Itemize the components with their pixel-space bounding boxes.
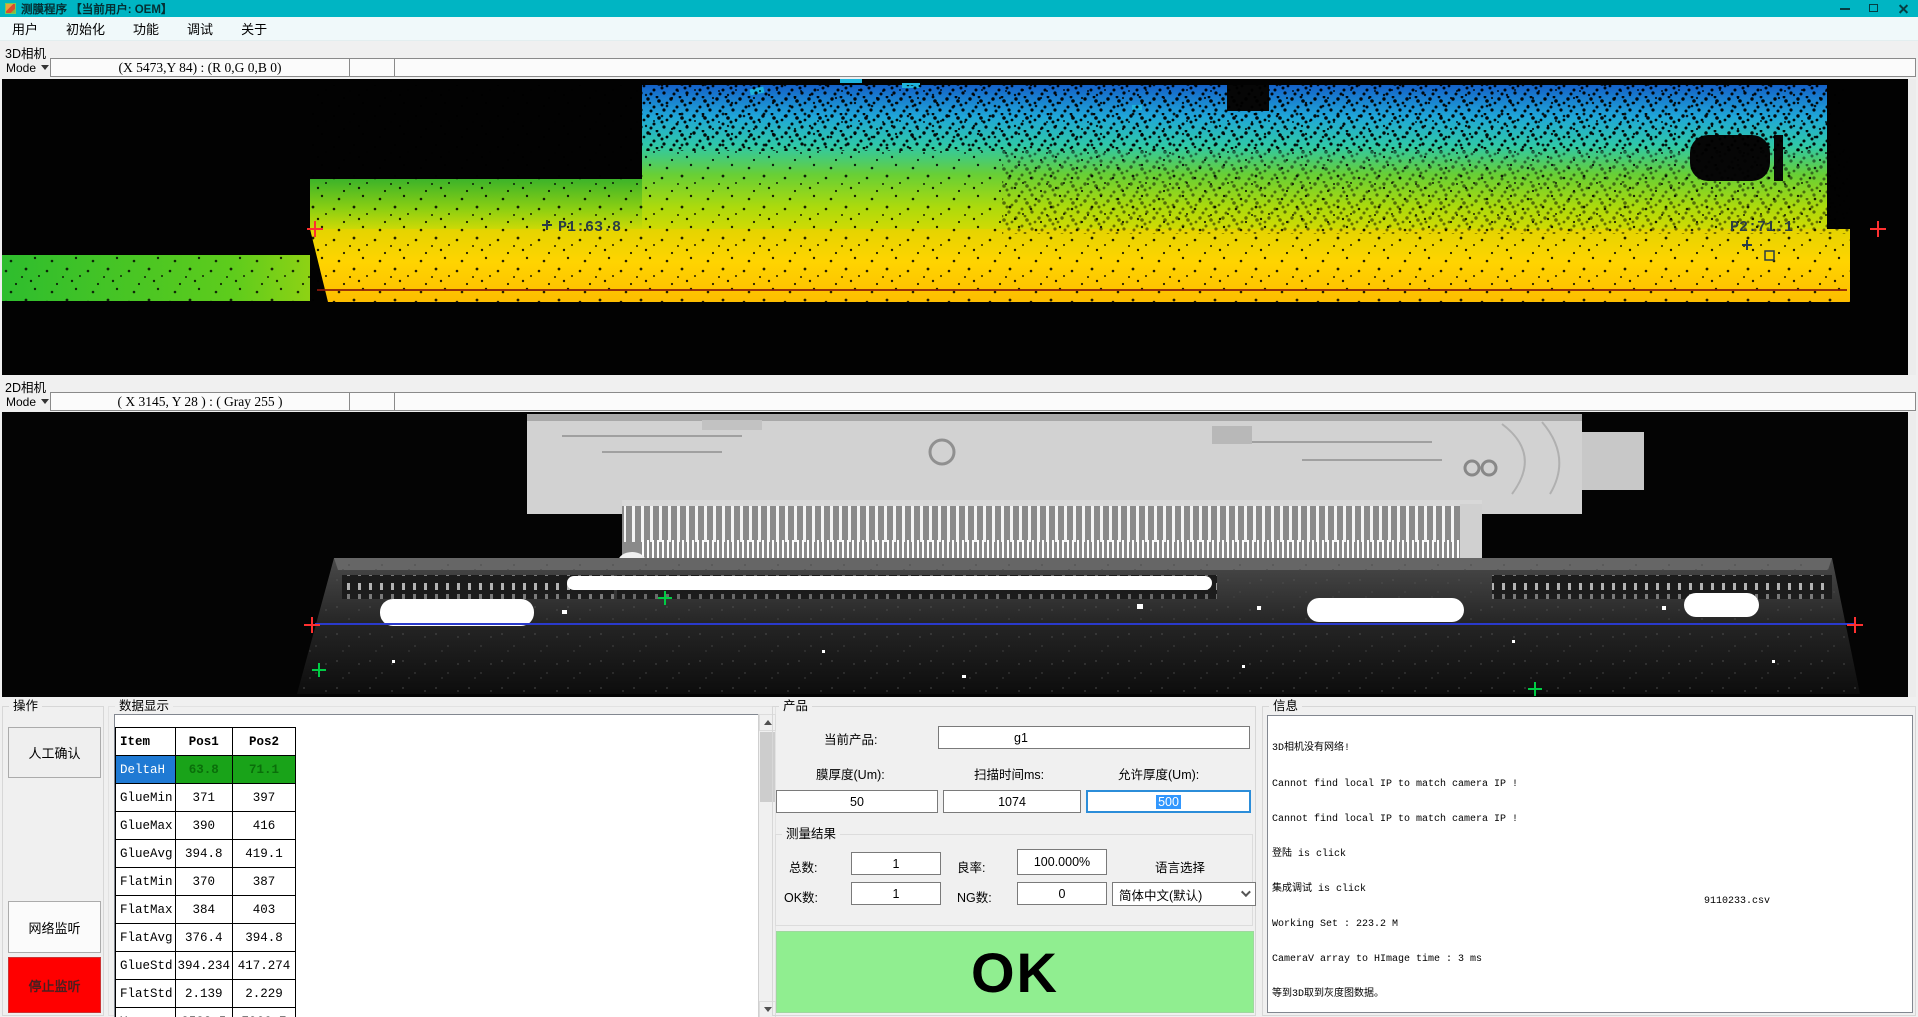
mode-dropdown-2d[interactable]: Mode [2, 392, 48, 411]
allow-thickness-label: 允许厚度(Um): [1118, 764, 1199, 783]
current-product-field[interactable]: g1 [938, 726, 1250, 749]
current-product-label: 当前产品: [824, 729, 877, 748]
operation-title: 操作 [9, 699, 42, 713]
chevron-down-icon [1241, 887, 1251, 897]
title-bar: 测膜程序 【当前用户: OEM】 [0, 0, 1918, 17]
log-line: 登陆 is click [1272, 849, 1912, 861]
menu-function[interactable]: 功能 [123, 17, 169, 40]
yield-field[interactable]: 100.000% [1017, 849, 1107, 875]
menu-debug[interactable]: 调试 [177, 17, 223, 40]
measure-line-2d [315, 623, 1855, 625]
chevron-down-icon [41, 399, 49, 404]
scan-time-field[interactable]: 1074 [943, 790, 1081, 813]
camera2d-status-cell [349, 392, 395, 411]
result-banner: OK [776, 931, 1254, 1013]
menu-about[interactable]: 关于 [231, 17, 277, 40]
camera3d-view[interactable]: P1:63.8 P2:71.1 [2, 79, 1916, 375]
table-row[interactable]: GlueAvg 394.8 419.1 [116, 840, 296, 868]
log-line: 集成调试 is click [1272, 884, 1912, 896]
table-row[interactable]: GlueStd 394.234 417.274 [116, 952, 296, 980]
info-title: 信息 [1269, 699, 1302, 713]
allow-thickness-field[interactable]: 500 [1086, 790, 1251, 813]
table-row[interactable]: X 2583.5 7966.7 [116, 1008, 296, 1017]
table-row[interactable]: FlatStd 2.139 2.229 [116, 980, 296, 1008]
table-row[interactable]: GlueMax 390 416 [116, 812, 296, 840]
data-display-title: 数据显示 [115, 699, 173, 713]
p1-annotation: P1:63.8 [558, 219, 621, 236]
maximize-icon[interactable] [1860, 0, 1889, 17]
data-display-groupbox: 数据显示 Item Pos1 Pos2 DeltaH 63.8 71.1 Glu… [108, 706, 776, 1016]
minimize-icon[interactable] [1831, 0, 1860, 17]
log-textbox[interactable]: 3D相机没有网络! Cannot find local IP to match … [1267, 715, 1913, 1013]
total-field[interactable]: 1 [851, 852, 941, 875]
scan-time-label: 扫描时间ms: [974, 764, 1044, 783]
menu-init[interactable]: 初始化 [56, 17, 115, 40]
pcb-region [527, 414, 1644, 514]
table-row[interactable]: FlatMin 370 387 [116, 868, 296, 896]
log-line: Working Set : 223.2 M [1272, 919, 1912, 931]
table-row[interactable]: GlueMin 371 397 [116, 784, 296, 812]
ng-count-field[interactable]: 0 [1017, 882, 1107, 905]
measure-line-3d [317, 289, 1847, 291]
product-groupbox: 产品 当前产品: g1 膜厚度(Um): 扫描时间ms: 允许厚度(Um): 5… [772, 706, 1256, 1016]
film-thickness-field[interactable]: 50 [776, 790, 938, 813]
operation-groupbox: 操作 人工确认 网络监听 停止监听 [2, 706, 104, 1016]
product-title: 产品 [779, 699, 812, 713]
camera3d-pixel-status: (X 5473,Y 84) : (R 0,G 0,B 0) [50, 58, 350, 77]
camera3d-status-cell [394, 58, 1916, 77]
table-row[interactable]: FlatAvg 376.4 394.8 [116, 924, 296, 952]
log-line: 3D相机没有网络! [1272, 743, 1912, 755]
csv-filename-fragment: 9110233.csv [1704, 896, 1770, 908]
info-groupbox: 信息 3D相机没有网络! Cannot find local IP to mat… [1262, 706, 1916, 1016]
yield-label: 良率: [957, 857, 985, 876]
film-thickness-label: 膜厚度(Um): [816, 764, 885, 783]
camera2d-mode-bar: Mode ( X 3145, Y 28 ) : ( Gray 255 ) [0, 391, 1918, 412]
ok-count-field[interactable]: 1 [851, 882, 941, 905]
close-icon[interactable] [1889, 0, 1918, 17]
measure-result-title: 测量结果 [782, 827, 840, 841]
log-line: Cannot find local IP to match camera IP … [1272, 779, 1912, 791]
table-row[interactable]: DeltaH 63.8 71.1 [116, 756, 296, 784]
manual-confirm-button[interactable]: 人工确认 [8, 727, 101, 778]
window-title: 测膜程序 【当前用户: OEM】 [21, 1, 172, 17]
camera2d-status-cell [394, 392, 1916, 411]
mode-dropdown-3d[interactable]: Mode [2, 58, 48, 77]
table-row[interactable]: FlatMax 384 403 [116, 896, 296, 924]
app-window: 测膜程序 【当前用户: OEM】 用户 初始化 功能 调试 关于 3D相机 Mo… [0, 0, 1918, 1017]
measure-result-groupbox: 测量结果 总数: 1 良率: 100.000% 语言选择 OK数: 1 NG数:… [775, 834, 1253, 926]
selected-text: 500 [1156, 795, 1181, 809]
data-table-panel[interactable]: Item Pos1 Pos2 DeltaH 63.8 71.1 GlueMin … [114, 714, 760, 1017]
camera2d-view[interactable] [2, 412, 1916, 697]
measurement-table: Item Pos1 Pos2 DeltaH 63.8 71.1 GlueMin … [115, 727, 296, 1017]
p2-annotation: P2:71.1 [1730, 219, 1793, 236]
window-controls [1831, 0, 1918, 17]
menu-bar: 用户 初始化 功能 调试 关于 [0, 17, 1918, 41]
ng-count-label: NG数: [957, 887, 992, 906]
language-select[interactable]: 简体中文(默认) [1112, 882, 1256, 906]
camera3d-mode-bar: Mode (X 5473,Y 84) : (R 0,G 0,B 0) [0, 57, 1918, 78]
ok-count-label: OK数: [784, 887, 818, 906]
app-icon [5, 3, 16, 14]
stop-listen-button[interactable]: 停止监听 [8, 957, 101, 1013]
chevron-down-icon [41, 65, 49, 70]
total-label: 总数: [789, 857, 817, 876]
table-header-row: Item Pos1 Pos2 [116, 728, 296, 756]
log-line: CameraV array to HImage time : 3 ms [1272, 954, 1912, 966]
menu-user[interactable]: 用户 [2, 17, 48, 40]
camera3d-status-cell [349, 58, 395, 77]
network-listen-button[interactable]: 网络监听 [8, 901, 101, 953]
language-label: 语言选择 [1155, 857, 1205, 876]
log-line: 等到3D取到灰度图数据。 [1272, 989, 1912, 1001]
log-line: Cannot find local IP to match camera IP … [1272, 814, 1912, 826]
camera2d-pixel-status: ( X 3145, Y 28 ) : ( Gray 255 ) [50, 392, 350, 411]
